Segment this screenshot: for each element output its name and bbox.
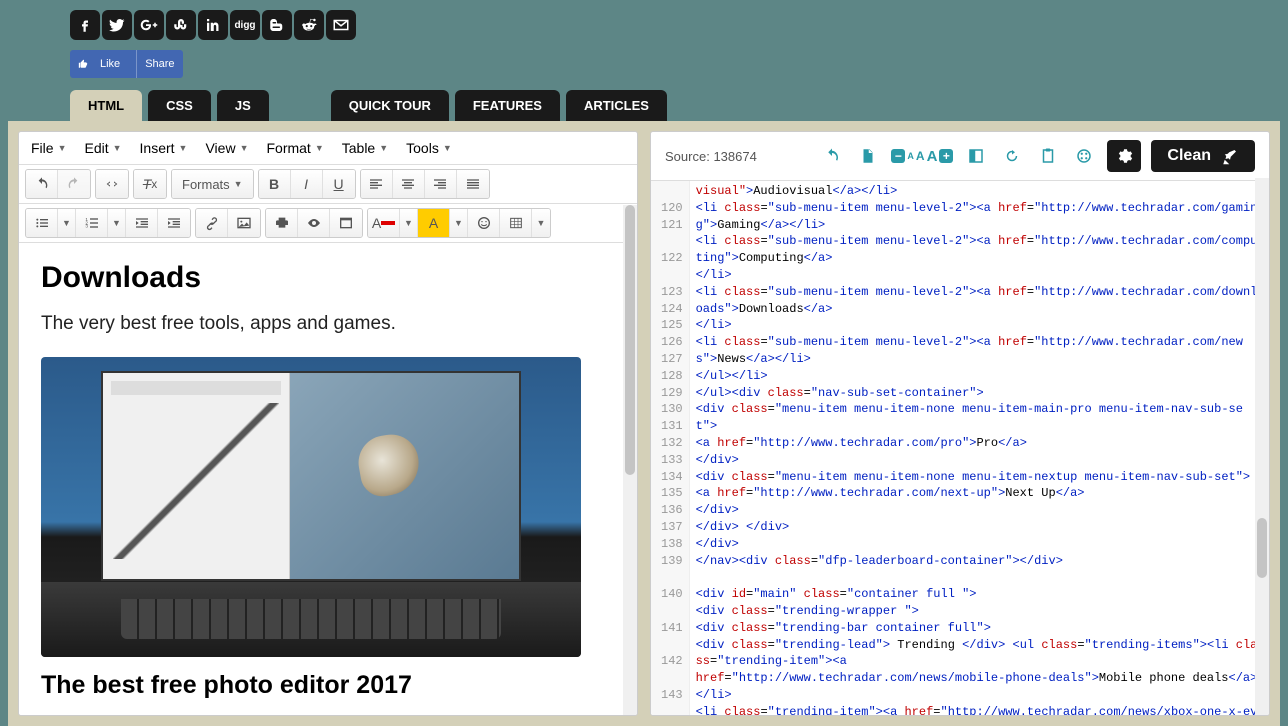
tab-features[interactable]: FEATURES — [455, 90, 560, 121]
menu-view[interactable]: View ▼ — [205, 140, 248, 156]
menu-tools[interactable]: Tools ▼ — [406, 140, 452, 156]
right-scroll-thumb[interactable] — [1257, 518, 1267, 578]
color-picker-button[interactable] — [1071, 143, 1097, 169]
menu-insert[interactable]: Insert ▼ — [140, 140, 188, 156]
email-icon[interactable] — [326, 10, 356, 40]
tab-articles[interactable]: ARTICLES — [566, 90, 667, 121]
clipboard-button[interactable] — [1035, 143, 1061, 169]
code-area[interactable]: 1201211221231241251261271281291301311321… — [651, 181, 1269, 715]
line-gutter: 1201211221231241251261271281291301311321… — [651, 181, 690, 715]
table-dropdown[interactable]: ▼ — [532, 209, 550, 237]
toolbar-row-2: ▼ 123 ▼ A ▼ A ▼ ▼ — [19, 204, 637, 243]
facebook-like-widget[interactable]: Like Share — [70, 50, 183, 78]
fb-share-button[interactable]: Share — [137, 50, 182, 78]
tab-html[interactable]: HTML — [70, 90, 142, 121]
bg-color-dropdown[interactable]: ▼ — [450, 209, 468, 237]
content-image[interactable] — [41, 357, 581, 657]
content-subheading[interactable]: The best free photo editor 2017 — [41, 671, 615, 700]
undo-code-button[interactable] — [819, 143, 845, 169]
content-heading[interactable]: Downloads — [41, 261, 615, 295]
fb-like-button[interactable]: Like — [70, 50, 137, 78]
image-button[interactable] — [228, 209, 260, 237]
visual-editor-panel: File ▼ Edit ▼ Insert ▼ View ▼ Format ▼ Table … — [18, 131, 638, 716]
toolbar-row-1: Tx Formats ▼ B I U — [19, 165, 637, 204]
undo-button[interactable] — [26, 170, 58, 198]
tab-css[interactable]: CSS — [148, 90, 211, 121]
svg-text:3: 3 — [85, 224, 88, 229]
left-scroll-thumb[interactable] — [625, 205, 635, 475]
italic-button[interactable]: I — [291, 170, 323, 198]
menu-file[interactable]: File ▼ — [31, 140, 66, 156]
workspace: File ▼ Edit ▼ Insert ▼ View ▼ Format ▼ Table … — [8, 121, 1280, 726]
menu-format[interactable]: Format ▼ — [266, 140, 323, 156]
editor-menubar: File ▼ Edit ▼ Insert ▼ View ▼ Format ▼ Table … — [19, 132, 637, 165]
new-doc-button[interactable] — [855, 143, 881, 169]
table-button[interactable] — [500, 209, 532, 237]
facebook-icon[interactable] — [70, 10, 100, 40]
content-paragraph[interactable]: The very best free tools, apps and games… — [41, 313, 615, 335]
compress-button[interactable] — [963, 143, 989, 169]
fullscreen-button[interactable] — [330, 209, 362, 237]
bg-color-button[interactable]: A — [418, 209, 450, 237]
align-justify-button[interactable] — [457, 170, 489, 198]
twitter-icon[interactable] — [102, 10, 132, 40]
formats-dropdown[interactable]: Formats ▼ — [172, 170, 253, 198]
reddit-icon[interactable] — [294, 10, 324, 40]
linkedin-icon[interactable] — [198, 10, 228, 40]
bullet-list-dropdown[interactable]: ▼ — [58, 209, 76, 237]
stumbleupon-icon[interactable] — [166, 10, 196, 40]
font-size-control[interactable]: −AAA+ — [891, 148, 953, 165]
menu-table[interactable]: Table ▼ — [342, 140, 388, 156]
underline-button[interactable]: U — [323, 170, 355, 198]
bullet-list-button[interactable] — [26, 209, 58, 237]
code-panel: Source: 138674 −AAA+ Clean 1201211221231… — [650, 131, 1270, 716]
clear-formatting-button[interactable]: Tx — [134, 170, 166, 198]
align-left-button[interactable] — [361, 170, 393, 198]
tab-js[interactable]: JS — [217, 90, 269, 121]
refresh-button[interactable] — [999, 143, 1025, 169]
social-row: digg — [70, 10, 1218, 40]
source-label: Source: 138674 — [665, 149, 809, 164]
tabs-row: HTMLCSSJS QUICK TOURFEATURESARTICLES — [70, 90, 1218, 121]
outdent-button[interactable] — [126, 209, 158, 237]
source-code-button[interactable] — [96, 170, 128, 198]
indent-button[interactable] — [158, 209, 190, 237]
tab-quick-tour[interactable]: QUICK TOUR — [331, 90, 449, 121]
bold-button[interactable]: B — [259, 170, 291, 198]
link-button[interactable] — [196, 209, 228, 237]
settings-button[interactable] — [1107, 140, 1141, 172]
digg-icon[interactable]: digg — [230, 10, 260, 40]
text-color-dropdown[interactable]: ▼ — [400, 209, 418, 237]
top-bar: digg Like Share HTMLCSSJS QUICK TOURFEAT… — [0, 0, 1288, 121]
blogger-icon[interactable] — [262, 10, 292, 40]
code-lines[interactable]: visual">Audiovisual</a></li><li class="s… — [690, 181, 1269, 715]
code-header: Source: 138674 −AAA+ Clean — [651, 132, 1269, 181]
numbered-list-dropdown[interactable]: ▼ — [108, 209, 126, 237]
emoticon-button[interactable] — [468, 209, 500, 237]
google-plus-icon[interactable] — [134, 10, 164, 40]
align-center-button[interactable] — [393, 170, 425, 198]
left-scrollbar[interactable] — [623, 205, 637, 715]
preview-button[interactable] — [298, 209, 330, 237]
text-color-button[interactable]: A — [368, 209, 400, 237]
numbered-list-button[interactable]: 123 — [76, 209, 108, 237]
editor-content[interactable]: Downloads The very best free tools, apps… — [19, 243, 637, 715]
print-button[interactable] — [266, 209, 298, 237]
right-scrollbar[interactable] — [1255, 178, 1269, 715]
menu-edit[interactable]: Edit ▼ — [84, 140, 121, 156]
clean-button[interactable]: Clean — [1151, 140, 1255, 172]
align-right-button[interactable] — [425, 170, 457, 198]
redo-button[interactable] — [58, 170, 90, 198]
